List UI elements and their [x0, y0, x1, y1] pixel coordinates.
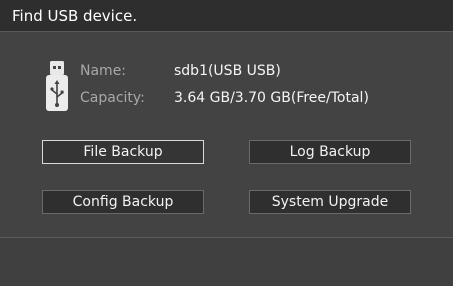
dialog-footer [0, 238, 453, 286]
name-label: Name: [80, 63, 127, 79]
system-upgrade-button[interactable]: System Upgrade [249, 190, 411, 214]
usb-drive-icon [46, 61, 68, 111]
config-backup-button[interactable]: Config Backup [42, 190, 204, 214]
capacity-value: 3.64 GB/3.70 GB(Free/Total) [174, 90, 369, 106]
title-bar: Find USB device. [0, 0, 453, 32]
dialog-title: Find USB device. [12, 7, 138, 25]
log-backup-button[interactable]: Log Backup [249, 140, 411, 164]
device-name-value: sdb1(USB USB) [174, 63, 281, 79]
capacity-label: Capacity: [80, 90, 145, 106]
file-backup-button[interactable]: File Backup [42, 140, 204, 164]
